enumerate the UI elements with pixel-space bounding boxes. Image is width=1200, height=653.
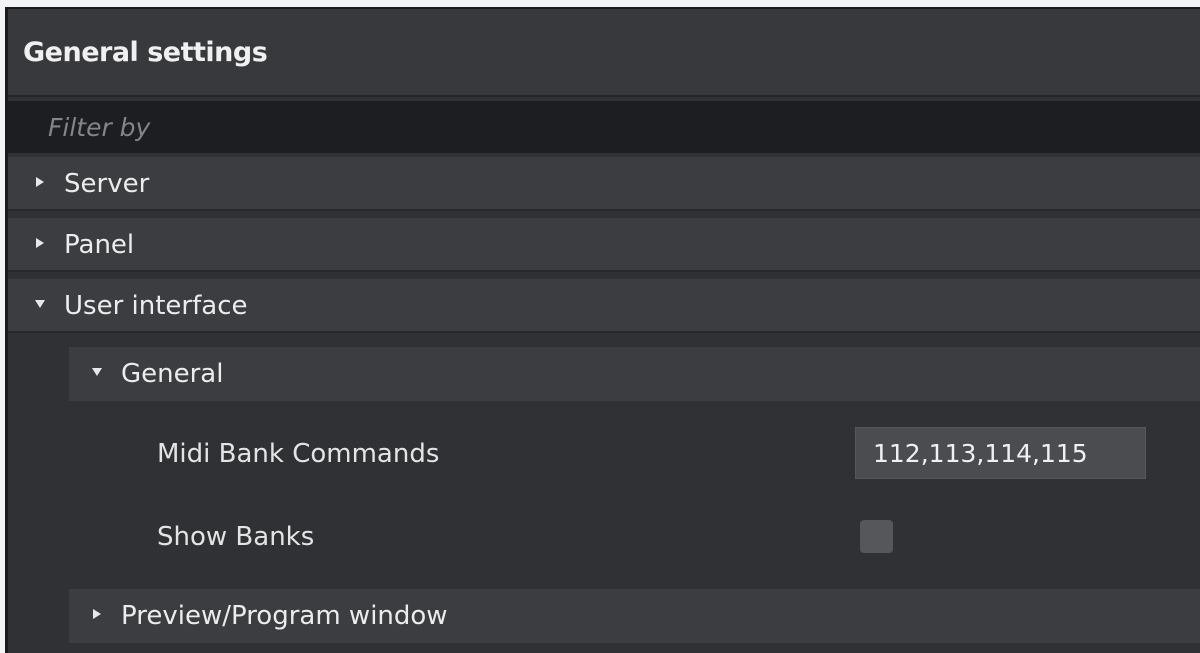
section-user-interface-label: User interface <box>64 291 248 321</box>
triangle-right-icon <box>36 238 44 248</box>
midi-bank-commands-input[interactable] <box>855 427 1146 479</box>
triangle-down-icon <box>92 368 102 376</box>
section-panel-label: Panel <box>64 230 135 260</box>
show-banks-label: Show Banks <box>157 522 315 552</box>
section-panel[interactable]: Panel <box>8 218 1200 272</box>
section-server-label: Server <box>64 169 150 199</box>
triangle-down-icon <box>35 300 45 308</box>
subsection-general[interactable]: General <box>69 347 1200 401</box>
triangle-right-icon <box>93 609 101 619</box>
filter-input[interactable] <box>48 101 1200 153</box>
triangle-right-icon <box>36 177 44 187</box>
settings-window: General settings Server Panel User inter… <box>5 7 1200 653</box>
subsection-preview-program-window[interactable]: Preview/Program window <box>69 589 1200 643</box>
section-user-interface[interactable]: User interface <box>8 279 1200 333</box>
title-bar: General settings <box>8 9 1200 97</box>
filter-bar <box>8 101 1200 153</box>
subsection-general-label: General <box>121 359 224 389</box>
subsection-preview-program-window-label: Preview/Program window <box>121 601 448 631</box>
page-title: General settings <box>23 37 268 68</box>
section-server[interactable]: Server <box>8 157 1200 211</box>
midi-bank-commands-label: Midi Bank Commands <box>157 439 440 469</box>
show-banks-checkbox[interactable] <box>860 520 893 553</box>
